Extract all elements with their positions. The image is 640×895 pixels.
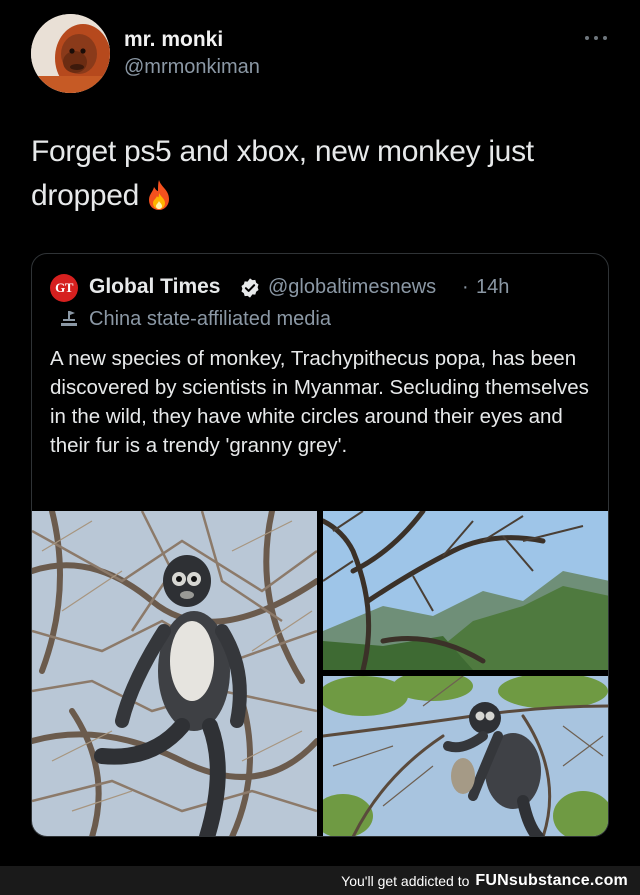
- fire-icon: [145, 179, 173, 224]
- verified-badge-icon: [241, 278, 259, 298]
- global-times-logo: GT: [50, 274, 78, 302]
- state-affiliated-label[interactable]: China state-affiliated media: [89, 308, 331, 331]
- author-name[interactable]: mr. monki: [124, 28, 223, 52]
- quoted-author-name[interactable]: Global Times: [89, 275, 221, 299]
- quoted-tweet-text: A new species of monkey, Trachypithecus …: [50, 347, 589, 457]
- state-media-flag-icon: [61, 311, 77, 326]
- orangutan-avatar-icon: [31, 14, 110, 93]
- author-handle[interactable]: @mrmonkiman: [124, 56, 260, 79]
- quoted-author-handle[interactable]: @globaltimesnews: [268, 276, 436, 299]
- monkey-in-branches-photo[interactable]: [323, 676, 608, 836]
- quoted-timestamp[interactable]: 14h: [476, 276, 509, 299]
- footer-brand-link[interactable]: FUNsubstance.com: [475, 872, 628, 890]
- mountain-landscape-photo[interactable]: [323, 511, 608, 670]
- more-options-icon[interactable]: [585, 34, 607, 42]
- tweet-text-content: Forget ps5 and xbox, new monkey just dro…: [31, 135, 534, 212]
- monkey-sitting-photo[interactable]: [32, 511, 317, 836]
- media-grid: [32, 511, 608, 836]
- separator-dot: ·: [462, 276, 469, 298]
- avatar[interactable]: [31, 14, 110, 93]
- tweet: mr. monki @mrmonkiman Forget ps5 and xbo…: [0, 0, 640, 866]
- footer-text: You'll get addicted to: [341, 872, 470, 889]
- footer-banner: You'll get addicted to FUNsubstance.com: [0, 866, 640, 895]
- tweet-text: Forget ps5 and xbox, new monkey just dro…: [31, 130, 601, 224]
- quoted-tweet-card[interactable]: GT Global Times @globaltimesnews · 14h C…: [31, 253, 609, 837]
